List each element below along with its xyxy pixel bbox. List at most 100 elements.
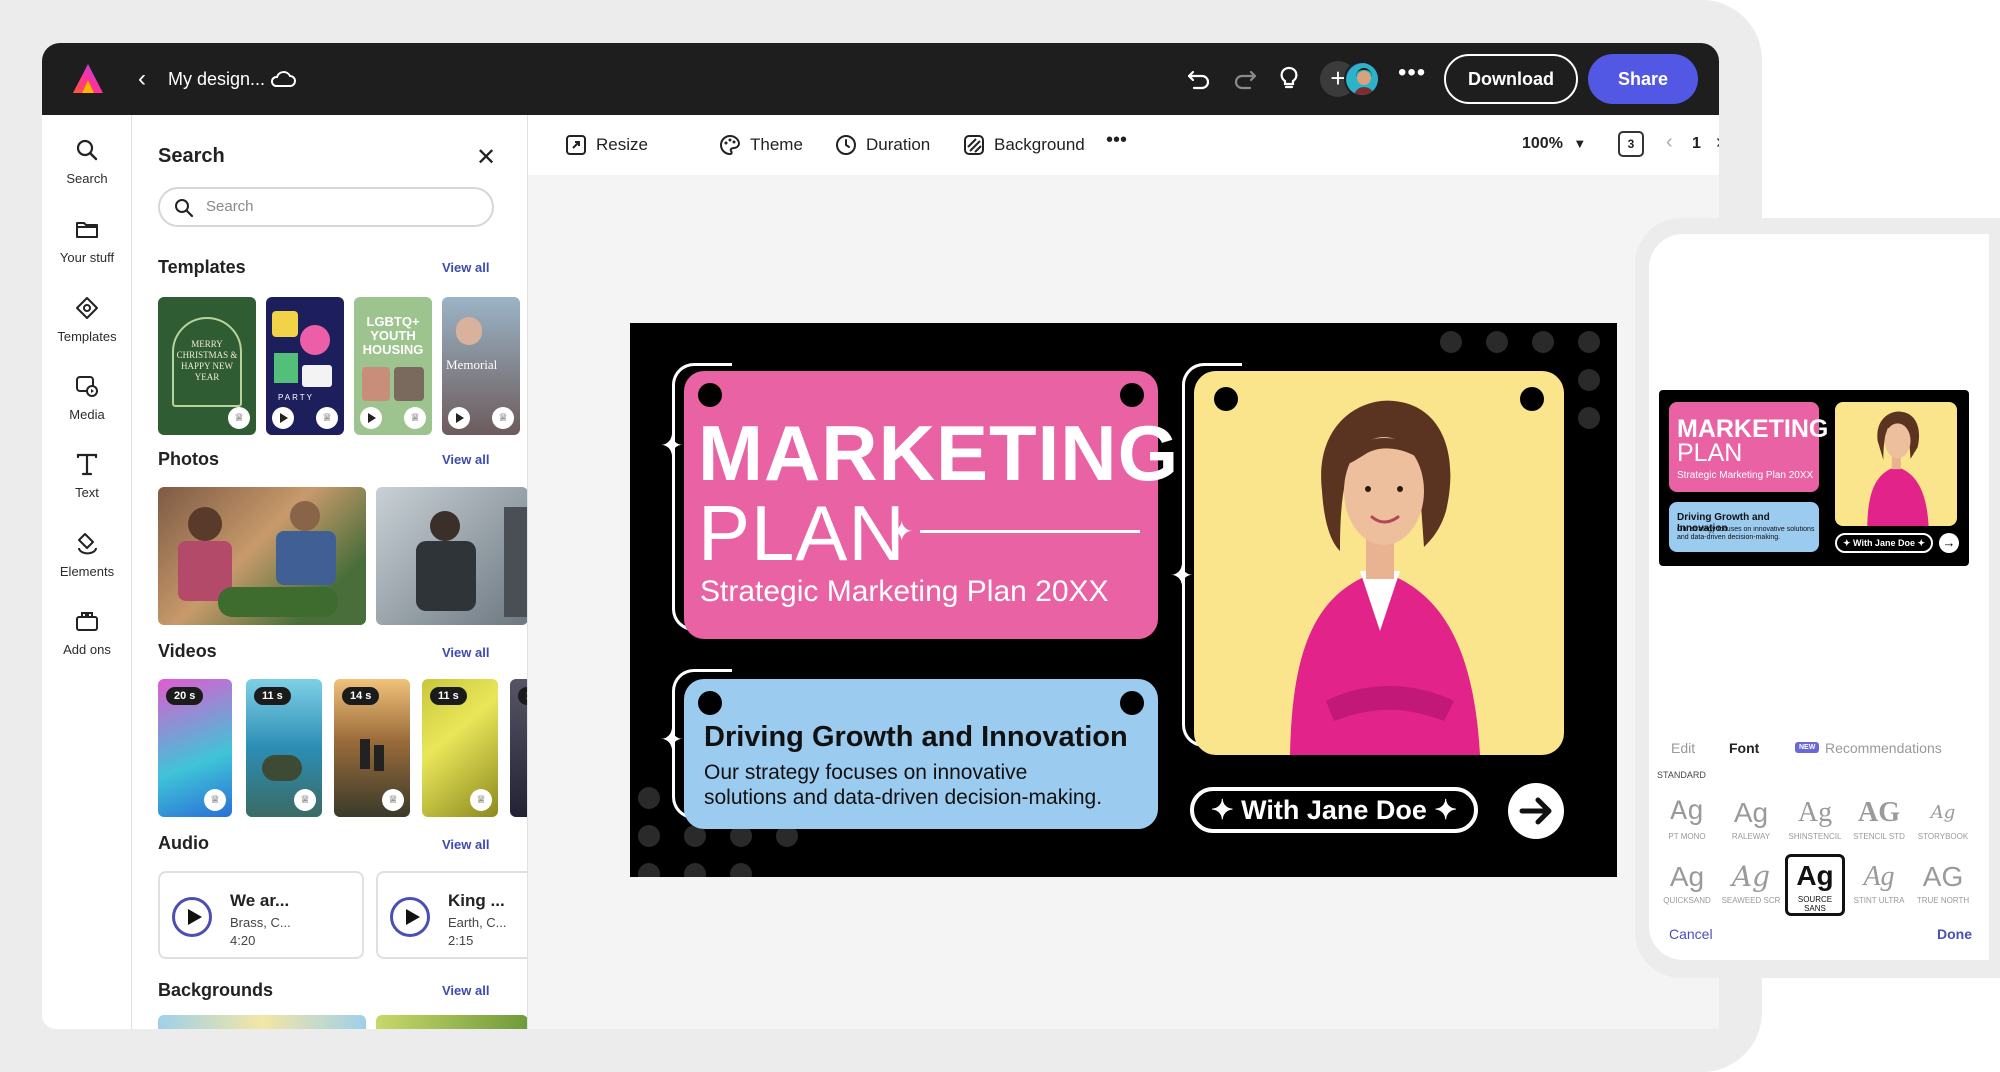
pages-icon[interactable]: 3 (1618, 131, 1644, 157)
collaborators[interactable]: + (1320, 61, 1380, 97)
decor-dot (1120, 383, 1144, 407)
app-logo-icon[interactable] (70, 61, 106, 97)
design-canvas[interactable]: ✦ ✦ ✦ MARKETING PLAN ✦ Strategic Marketi… (630, 323, 1617, 877)
resize-button[interactable]: Resize (564, 133, 648, 157)
font-option[interactable]: Ag STINT ULTRA (1849, 858, 1909, 916)
font-option[interactable]: Ag SHINSTENCIL (1785, 794, 1845, 852)
font-option[interactable]: Ag RALEWAY (1721, 794, 1781, 852)
video-thumbnail[interactable]: 14 s ♕ (334, 679, 410, 817)
document-title[interactable]: My design... (168, 69, 265, 90)
font-option[interactable]: AG STENCIL STD (1849, 794, 1909, 852)
rail-item-label: Media (69, 407, 105, 422)
audio-view-all-link[interactable]: View all (442, 837, 489, 852)
lightbulb-icon[interactable] (1274, 63, 1304, 93)
font-name: STINT ULTRA (1853, 896, 1905, 905)
templates-view-all-link[interactable]: View all (442, 260, 489, 275)
template-thumbnail[interactable]: MERRY CHRISTMAS & HAPPY NEW YEAR ♕ (158, 297, 256, 435)
tab-recommendations[interactable]: Recommendations (1825, 740, 1942, 756)
videos-view-all-link[interactable]: View all (442, 645, 489, 660)
font-option-selected[interactable]: Ag SOURCE SANS (1785, 854, 1845, 916)
arrow-right-icon[interactable] (1508, 783, 1564, 839)
video-thumbnail[interactable]: 20 s ♕ (158, 679, 232, 817)
photo-thumbnail[interactable] (376, 487, 527, 625)
zoom-value: 100% (1522, 135, 1563, 152)
play-button-icon[interactable] (390, 897, 430, 937)
decor-line (920, 530, 1140, 533)
videos-section-title: Videos (158, 641, 217, 661)
mini-woman-portrait-image (1867, 411, 1929, 526)
mini-design-preview[interactable]: MARKETING PLAN Strategic Marketing Plan … (1659, 390, 1969, 566)
avatar[interactable] (1344, 61, 1380, 97)
design-title-line2[interactable]: PLAN (698, 491, 906, 575)
audio-card[interactable]: We ar... Brass, C... 4:20 (158, 871, 364, 959)
audio-artist: Earth, C... (448, 915, 507, 930)
font-sample: Ag (1733, 797, 1769, 828)
more-options-icon[interactable]: ••• (1398, 59, 1426, 87)
zoom-dropdown[interactable]: 100% ▼ (1522, 135, 1586, 153)
search-panel: Search ✕ Search Templates View all MERRY… (132, 115, 528, 1029)
presenter-tag[interactable]: ✦ With Jane Doe ✦ (1190, 787, 1478, 833)
rail-item-add-ons[interactable]: Add ons (42, 608, 132, 657)
backgrounds-view-all-link[interactable]: View all (442, 983, 489, 998)
font-option[interactable]: Ag SEAWEED SCR (1721, 858, 1781, 916)
background-button[interactable]: Background (962, 133, 1085, 157)
sparkle-icon: ✦ (660, 724, 684, 755)
audio-card[interactable]: King ... Earth, C... 2:15 (376, 871, 527, 959)
photo-thumbnail[interactable] (158, 487, 366, 625)
rail-item-elements[interactable]: Elements (42, 530, 132, 579)
mini-presenter-tag: ✦ With Jane Doe ✦ (1835, 533, 1933, 553)
template-thumbnail[interactable]: Memorial ♕ (442, 297, 520, 435)
download-button[interactable]: Download (1444, 54, 1578, 104)
tab-edit[interactable]: Edit (1671, 740, 1695, 756)
photos-view-all-link[interactable]: View all (442, 452, 489, 467)
share-button[interactable]: Share (1588, 54, 1698, 104)
video-thumbnail[interactable]: 17 (510, 679, 527, 817)
search-input[interactable]: Search (158, 187, 494, 227)
font-sample: Ag (1930, 802, 1956, 823)
close-icon[interactable]: ✕ (476, 143, 496, 172)
background-thumbnail[interactable] (158, 1015, 366, 1029)
theme-button[interactable]: Theme (718, 133, 803, 157)
search-placeholder: Search (206, 198, 254, 215)
font-name: STENCIL STD (1853, 832, 1905, 841)
photos-section-title: Photos (158, 449, 219, 469)
cloud-sync-icon[interactable] (268, 64, 298, 94)
tab-font[interactable]: Font (1729, 740, 1759, 756)
audio-section-title: Audio (158, 833, 209, 853)
undo-icon[interactable] (1184, 63, 1214, 93)
video-thumbnail[interactable]: 11 s ♕ (246, 679, 322, 817)
done-button[interactable]: Done (1937, 926, 1972, 942)
rail-item-search[interactable]: Search (42, 137, 132, 186)
template-thumbnail[interactable]: PARTY ♕ (266, 297, 344, 435)
previous-page-icon[interactable]: ‹ (1666, 131, 1673, 154)
photo-card[interactable] (1194, 371, 1564, 755)
more-tools-icon[interactable]: ••• (1106, 129, 1127, 152)
template-thumbnail[interactable]: LGBTQ+ YOUTH HOUSING ♕ (354, 297, 432, 435)
font-option[interactable]: Ag PT MONO (1657, 794, 1717, 852)
play-button-icon[interactable] (172, 897, 212, 937)
font-option[interactable]: AG TRUE NORTH (1913, 858, 1973, 916)
rail-item-templates[interactable]: Templates (42, 295, 132, 344)
rail-item-text[interactable]: Text (42, 451, 132, 500)
info-body-line1[interactable]: Our strategy focuses on innovative (704, 761, 1027, 785)
info-body-line2[interactable]: solutions and data-driven decision-makin… (704, 786, 1102, 810)
font-option[interactable]: Ag QUICKSAND (1657, 858, 1717, 916)
info-card[interactable]: Driving Growth and Innovation Our strate… (684, 679, 1158, 829)
next-page-icon[interactable]: › (1716, 131, 1719, 154)
font-option[interactable]: Ag STORYBOOK (1913, 794, 1973, 852)
cancel-button[interactable]: Cancel (1669, 926, 1713, 942)
back-chevron-icon[interactable]: ‹ (138, 65, 158, 93)
audio-title: King ... (448, 891, 505, 910)
presenter-name[interactable]: ✦ With Jane Doe ✦ (1211, 795, 1457, 825)
design-subtitle[interactable]: Strategic Marketing Plan 20XX (700, 575, 1109, 609)
duration-button[interactable]: Duration (834, 133, 930, 157)
background-thumbnail[interactable] (376, 1015, 527, 1029)
design-title-line1[interactable]: MARKETING (698, 411, 1179, 495)
title-card[interactable]: MARKETING PLAN ✦ Strategic Marketing Pla… (684, 371, 1178, 639)
rail-item-media[interactable]: Media (42, 373, 132, 422)
video-thumbnail[interactable]: 11 s ♕ (422, 679, 498, 817)
info-heading[interactable]: Driving Growth and Innovation (704, 721, 1128, 754)
redo-icon[interactable] (1230, 63, 1260, 93)
rail-item-your-stuff[interactable]: Your stuff (42, 216, 132, 265)
audio-duration: 2:15 (448, 933, 474, 948)
